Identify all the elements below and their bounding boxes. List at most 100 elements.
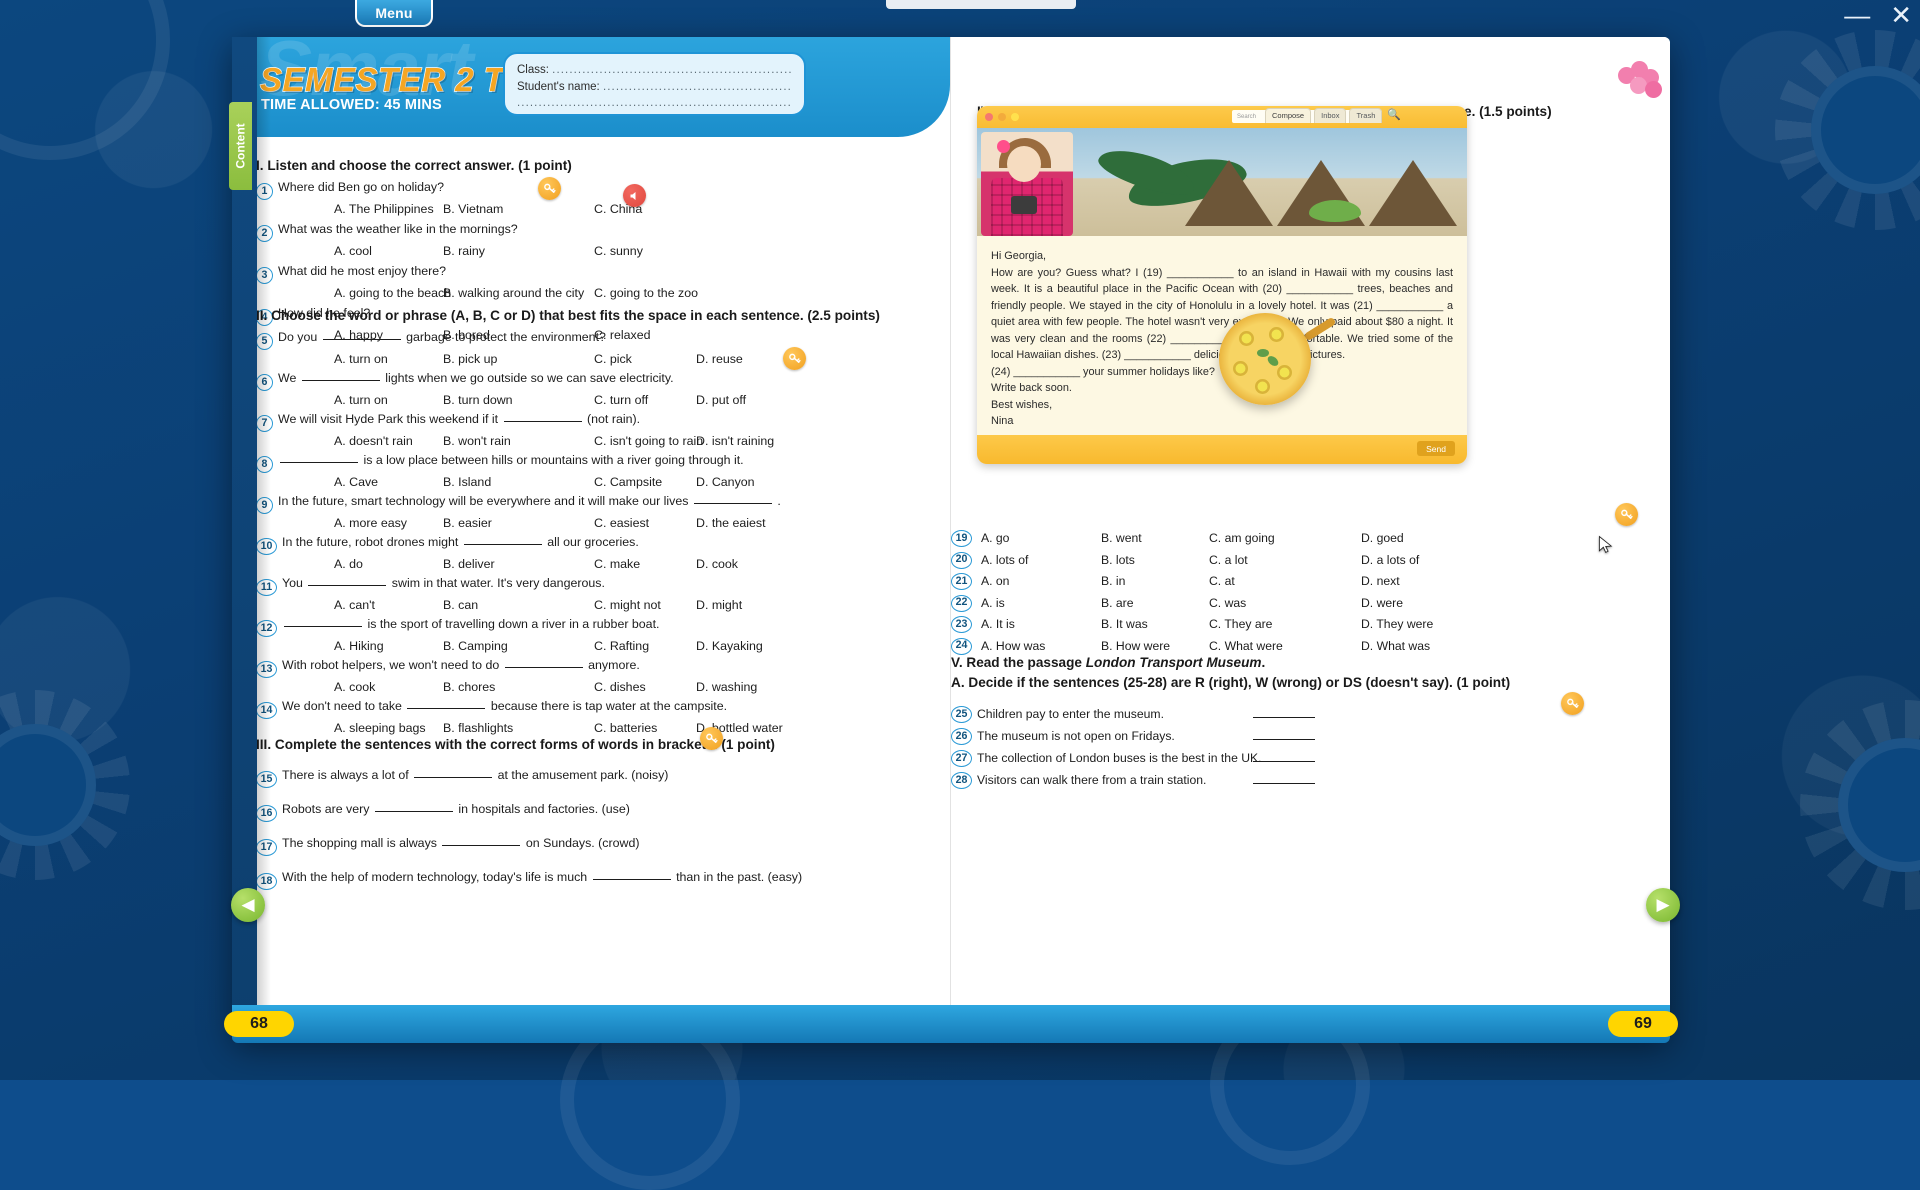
student-info-box[interactable]: Class: .................................… [503, 52, 806, 116]
class-field[interactable]: Class: .................................… [517, 62, 792, 79]
option-B[interactable]: B. easier [443, 514, 492, 533]
maximize-dot[interactable] [1011, 113, 1019, 121]
option-C[interactable]: C. a lot [1209, 550, 1248, 572]
option-B[interactable]: B. It was [1101, 614, 1148, 636]
option-A[interactable]: A. cool [334, 242, 372, 261]
option-C[interactable]: C. at [1209, 571, 1235, 593]
option-B[interactable]: B. in [1101, 571, 1125, 593]
answer-blank[interactable] [414, 777, 492, 778]
chevron-left-icon[interactable]: ◀ [231, 888, 265, 922]
mail-tab-inbox[interactable]: Inbox [1314, 108, 1346, 123]
key-icon[interactable] [538, 177, 561, 200]
option-D[interactable]: D. They were [1361, 614, 1433, 636]
option-D[interactable]: D. cook [696, 555, 738, 574]
option-B[interactable]: B. can [443, 596, 478, 615]
answer-blank[interactable] [1253, 717, 1315, 718]
answer-blank[interactable] [694, 503, 772, 504]
option-B[interactable]: B. went [1101, 528, 1142, 550]
option-C[interactable]: C. turn off [594, 391, 648, 410]
option-A[interactable]: A. go [981, 528, 1009, 550]
option-C[interactable]: C. easiest [594, 514, 649, 533]
close-button[interactable]: ✕ [1890, 2, 1912, 28]
option-D[interactable]: D. might [696, 596, 742, 615]
option-A[interactable]: A. lots of [981, 550, 1028, 572]
key-icon[interactable] [700, 727, 723, 750]
option-D[interactable]: D. the eaiest [696, 514, 766, 533]
option-B[interactable]: B. chores [443, 678, 495, 697]
answer-blank[interactable] [407, 708, 485, 709]
option-D[interactable]: D. goed [1361, 528, 1404, 550]
send-button[interactable]: Send [1417, 441, 1455, 456]
option-D[interactable]: D. Canyon [696, 473, 755, 492]
option-A[interactable]: A. is [981, 593, 1005, 615]
option-A[interactable]: A. turn on [334, 350, 388, 369]
answer-blank[interactable] [375, 811, 453, 812]
option-B[interactable]: B. lots [1101, 550, 1135, 572]
option-D[interactable]: D. next [1361, 571, 1400, 593]
minimize-dot[interactable] [998, 113, 1006, 121]
option-C[interactable]: C. going to the zoo [594, 284, 698, 303]
answer-blank[interactable] [593, 879, 671, 880]
option-C[interactable]: C. might not [594, 596, 661, 615]
option-D[interactable]: D. a lots of [1361, 550, 1419, 572]
option-D[interactable]: D. reuse [696, 350, 743, 369]
option-C[interactable]: C. dishes [594, 678, 646, 697]
option-C[interactable]: C. am going [1209, 528, 1275, 550]
speaker-icon[interactable] [623, 184, 646, 207]
option-B[interactable]: B. Vietnam [443, 200, 503, 219]
option-A[interactable]: A. do [334, 555, 363, 574]
extra-line[interactable]: ........................................… [517, 95, 792, 112]
option-B[interactable]: B. walking around the city [443, 284, 584, 303]
answer-blank[interactable] [302, 380, 380, 381]
answer-blank[interactable] [1253, 739, 1315, 740]
answer-blank[interactable] [505, 667, 583, 668]
answer-blank[interactable] [504, 421, 582, 422]
minimize-button[interactable]: — [1844, 2, 1870, 28]
option-B[interactable]: B. Island [443, 473, 491, 492]
option-C[interactable]: C. make [594, 555, 640, 574]
option-C[interactable]: C. pick [594, 350, 632, 369]
option-C[interactable]: C. sunny [594, 242, 643, 261]
option-D[interactable]: D. isn't raining [696, 432, 774, 451]
answer-blank[interactable] [1253, 783, 1315, 784]
option-D[interactable]: D. Kayaking [696, 637, 763, 656]
answer-blank[interactable] [1253, 761, 1315, 762]
close-dot[interactable] [985, 113, 993, 121]
key-icon[interactable] [783, 347, 806, 370]
chevron-right-icon[interactable]: ▶ [1646, 888, 1680, 922]
answer-blank[interactable] [308, 585, 386, 586]
answer-blank[interactable] [464, 544, 542, 545]
option-A[interactable]: A. on [981, 571, 1009, 593]
option-A[interactable]: A. Cave [334, 473, 378, 492]
key-icon[interactable] [1561, 692, 1584, 715]
search-icon[interactable]: 🔍 [1387, 110, 1401, 121]
option-C[interactable]: C. They are [1209, 614, 1272, 636]
answer-blank[interactable] [323, 339, 401, 340]
option-A[interactable]: A. The Philippines [334, 200, 434, 219]
option-B[interactable]: B. won't rain [443, 432, 511, 451]
mail-tab-compose[interactable]: Compose [1265, 108, 1311, 123]
option-B[interactable]: B. turn down [443, 391, 513, 410]
option-B[interactable]: B. pick up [443, 350, 497, 369]
option-C[interactable]: C. Rafting [594, 637, 649, 656]
answer-blank[interactable] [280, 462, 358, 463]
option-A[interactable]: A. cook [334, 678, 375, 697]
option-B[interactable]: B. deliver [443, 555, 495, 574]
answer-blank[interactable] [442, 845, 520, 846]
option-C[interactable]: C. was [1209, 593, 1246, 615]
option-A[interactable]: A. It is [981, 614, 1015, 636]
content-tab[interactable]: Content [229, 102, 252, 190]
option-A[interactable]: A. can't [334, 596, 375, 615]
student-name-field[interactable]: Student's name: ........................… [517, 79, 792, 96]
option-C[interactable]: C. isn't going to rain [594, 432, 703, 451]
option-A[interactable]: A. Hiking [334, 637, 384, 656]
option-B[interactable]: B. rainy [443, 242, 485, 261]
option-C[interactable]: C. Campsite [594, 473, 662, 492]
option-A[interactable]: A. doesn't rain [334, 432, 413, 451]
option-D[interactable]: D. put off [696, 391, 746, 410]
option-B[interactable]: B. are [1101, 593, 1134, 615]
option-B[interactable]: B. Camping [443, 637, 508, 656]
option-D[interactable]: D. were [1361, 593, 1403, 615]
option-A[interactable]: A. turn on [334, 391, 388, 410]
menu-button[interactable]: Menu [355, 0, 433, 27]
